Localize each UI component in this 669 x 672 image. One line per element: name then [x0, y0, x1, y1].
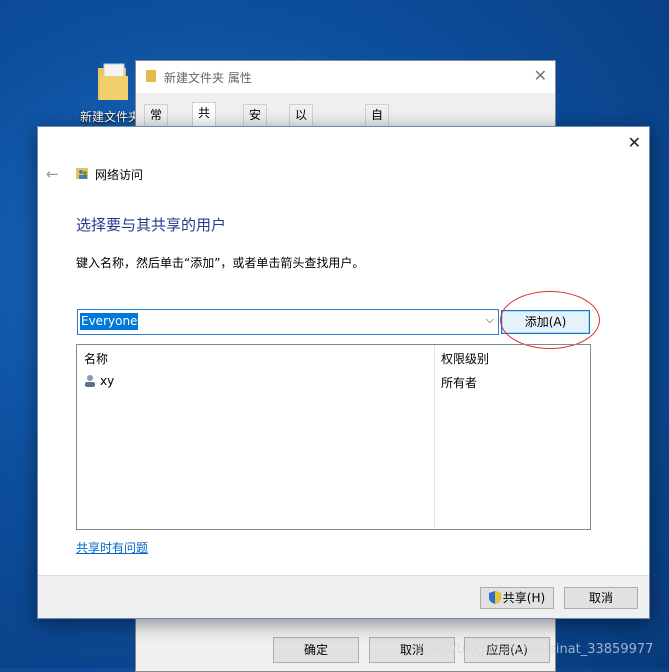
- column-divider: [434, 345, 435, 529]
- folder-icon: [146, 70, 156, 82]
- user-name-value: Everyone: [80, 313, 139, 330]
- page-title: 选择要与其共享的用户: [76, 216, 227, 234]
- properties-title: 新建文件夹 属性: [164, 71, 252, 85]
- network-access-dialog: ✕ ← 网络访问 选择要与其共享的用户 键入名称，然后单击“添加”，或者单击箭头…: [37, 126, 650, 619]
- dialog-footer: 共享(H) 取消: [38, 575, 649, 618]
- share-button-label: 共享(H): [502, 591, 546, 605]
- folder-icon: [98, 63, 128, 100]
- table-row-user-name[interactable]: xy: [100, 374, 114, 388]
- tab-general[interactable]: 常规: [144, 104, 169, 143]
- table-row-permission[interactable]: 所有者: [441, 374, 477, 391]
- sharing-problem-link[interactable]: 共享时有问题: [76, 539, 148, 556]
- network-users-icon: [76, 168, 88, 179]
- chevron-down-icon[interactable]: ⌵: [486, 313, 494, 327]
- column-header-permission[interactable]: 权限级别: [441, 350, 489, 367]
- user-icon: [85, 375, 95, 387]
- desktop-folder-label: 新建文件夹: [80, 110, 141, 124]
- back-arrow-icon[interactable]: ←: [46, 165, 59, 183]
- share-button[interactable]: 共享(H): [480, 587, 554, 609]
- users-table[interactable]: 名称 权限级别 xy 所有者: [76, 344, 591, 530]
- close-icon[interactable]: ✕: [534, 66, 547, 85]
- highlight-annotation: [500, 291, 600, 349]
- tab-security[interactable]: 安全: [243, 104, 268, 143]
- column-header-name[interactable]: 名称: [84, 350, 108, 367]
- nav-title: 网络访问: [95, 168, 144, 182]
- cancel-button[interactable]: 取消: [564, 587, 638, 609]
- user-name-input[interactable]: Everyone ⌵: [77, 309, 499, 335]
- tab-customize[interactable]: 自定义: [365, 104, 390, 164]
- ok-button[interactable]: 确定: [273, 637, 359, 663]
- tab-previous-versions[interactable]: 以前的版本: [289, 104, 314, 206]
- uac-shield-icon: [488, 591, 501, 604]
- properties-titlebar: 新建文件夹 属性 ✕: [136, 61, 555, 93]
- close-icon[interactable]: ✕: [628, 133, 641, 152]
- instruction-text: 键入名称，然后单击“添加”，或者单击箭头查找用户。: [76, 256, 365, 270]
- watermark: https://blog.csdn.net/sinat_33859977: [410, 642, 654, 657]
- tab-sharing[interactable]: 共享: [192, 102, 217, 141]
